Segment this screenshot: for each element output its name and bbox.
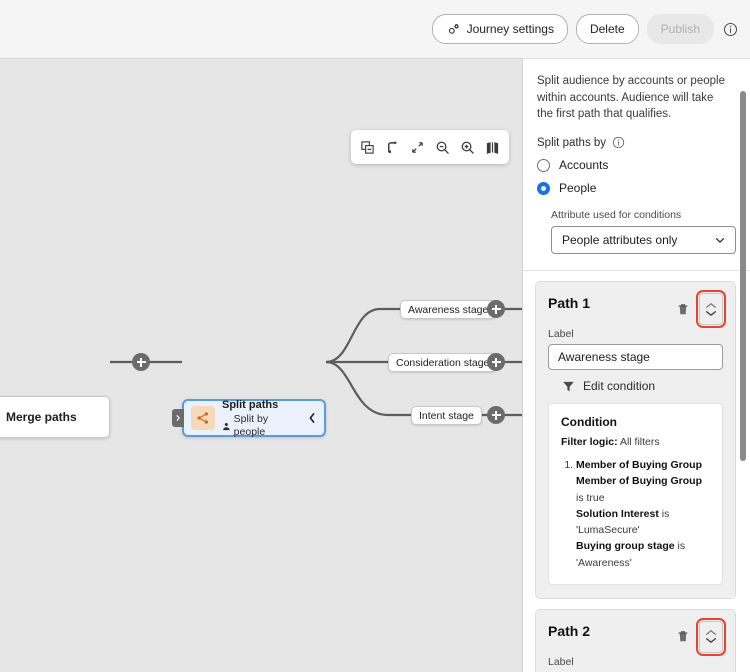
panel-description: Split audience by accounts or people wit… <box>537 75 725 121</box>
condition-row: Member of Buying Group is true <box>576 473 710 506</box>
path-1-reorder-control[interactable] <box>696 290 726 329</box>
split-paths-icon <box>191 406 215 430</box>
branch-label-awareness[interactable]: Awareness stage <box>400 300 497 319</box>
condition-group-item: Member of Buying Group Member of Buying … <box>576 457 710 571</box>
add-step-button-intent[interactable] <box>487 406 505 424</box>
chevron-down-icon <box>714 234 726 246</box>
path-card-1: Path 1 Label Awareness stage Edit condit… <box>535 281 736 599</box>
split-paths-settings-panel: Split audience by accounts or people wit… <box>523 58 750 672</box>
radio-option-people[interactable]: People <box>523 172 750 195</box>
minimap-icon[interactable] <box>480 134 505 160</box>
delete-button[interactable]: Delete <box>575 14 639 44</box>
condition-filter-logic: Filter logic: All filters <box>561 436 710 448</box>
publish-button[interactable]: Publish <box>646 14 714 44</box>
branch-label-text: Intent stage <box>419 409 474 422</box>
path-1-label-caption: Label <box>548 328 574 341</box>
chevron-left-icon[interactable] <box>307 412 317 424</box>
attribute-field-label: Attribute used for conditions <box>551 209 682 222</box>
condition-rest: is true <box>576 491 605 504</box>
path-1-edit-condition-button[interactable]: Edit condition <box>562 379 723 393</box>
condition-attr: Buying group stage <box>576 540 675 553</box>
split-node-subtitle: Split by people <box>233 413 269 439</box>
filter-logic-value: All filters <box>619 436 660 449</box>
journey-canvas[interactable]: Merge paths Split paths Split by people … <box>0 58 523 672</box>
path-card-2: Path 2 Label <box>535 608 736 672</box>
path-1-actions <box>673 290 726 329</box>
canvas-toolbar <box>351 130 509 164</box>
journey-builder-app: Journey settings Delete Publish Merge pa… <box>0 0 750 672</box>
path-1-header: Path 1 <box>548 290 726 329</box>
panel-divider <box>523 270 750 272</box>
panel-scroll-area[interactable]: Split audience by accounts or people wit… <box>523 59 750 672</box>
radio-accounts-label: Accounts <box>559 158 609 173</box>
radio-accounts-indicator <box>537 158 550 172</box>
path-1-condition-card: Condition Filter logic: All filters Memb… <box>548 403 723 585</box>
person-icon <box>223 422 230 430</box>
chevron-down-icon[interactable] <box>705 310 717 317</box>
radio-people-indicator <box>537 181 550 195</box>
condition-attr: Member of Buying Group <box>576 475 702 488</box>
chevron-down-icon[interactable] <box>705 637 717 644</box>
fit-to-screen-icon[interactable] <box>405 134 430 160</box>
collapse-all-icon[interactable] <box>355 134 380 160</box>
publish-label: Publish <box>660 22 700 36</box>
panel-scrollbar[interactable] <box>739 61 747 670</box>
branch-label-text: Awareness stage <box>408 303 489 316</box>
journey-settings-button[interactable]: Journey settings <box>431 14 568 44</box>
zoom-in-icon[interactable] <box>455 134 480 160</box>
split-node-subtitle-row: Split by people <box>222 413 300 439</box>
add-step-button-merge-split[interactable] <box>132 353 150 371</box>
split-node-title: Split paths <box>222 398 279 411</box>
gear-icon <box>446 22 461 37</box>
reroute-icon[interactable] <box>380 134 405 160</box>
node-split-paths[interactable]: Split paths Split by people <box>182 397 326 440</box>
path-1-label-value: Awareness stage <box>558 350 650 365</box>
publish-info-icon[interactable] <box>723 22 738 37</box>
top-toolbar: Journey settings Delete Publish <box>0 0 750 58</box>
attribute-select[interactable]: People attributes only <box>551 226 736 255</box>
zoom-out-icon[interactable] <box>430 134 455 160</box>
path-2-header: Path 2 <box>548 617 726 656</box>
path-1-label-input[interactable]: Awareness stage <box>548 344 723 371</box>
attribute-select-value: People attributes only <box>562 233 678 248</box>
branch-label-consideration[interactable]: Consideration stage <box>388 353 498 372</box>
path-1-condition-list: Member of Buying Group Member of Buying … <box>561 457 710 571</box>
split-paths-by-label: Split paths by <box>537 136 607 149</box>
path-2-actions <box>673 617 726 656</box>
path-2-reorder-control[interactable] <box>696 617 726 656</box>
split-node-text: Split paths Split by people <box>222 397 300 440</box>
attribute-field: Attribute used for conditions People att… <box>523 195 750 255</box>
delete-label: Delete <box>589 22 625 36</box>
filter-icon <box>562 380 575 393</box>
split-paths-info-icon[interactable] <box>612 136 625 149</box>
branch-label-intent[interactable]: Intent stage <box>411 406 482 425</box>
workspace: Merge paths Split paths Split by people … <box>0 58 750 672</box>
add-step-button-awareness[interactable] <box>487 300 505 318</box>
chevron-up-icon[interactable] <box>705 629 717 636</box>
trash-icon[interactable] <box>673 299 693 319</box>
radio-people-label: People <box>559 181 597 196</box>
radio-option-accounts[interactable]: Accounts <box>523 149 750 172</box>
path-1-edit-condition-label: Edit condition <box>583 379 656 394</box>
panel-scrollbar-thumb[interactable] <box>740 91 746 461</box>
chevron-up-icon[interactable] <box>705 302 717 309</box>
branch-label-text: Consideration stage <box>396 356 490 369</box>
condition-group-name: Member of Buying Group <box>576 459 702 472</box>
node-merge-paths[interactable]: Merge paths <box>0 396 110 438</box>
merge-node-title: Merge paths <box>6 410 77 424</box>
split-paths-by-label-row: Split paths by <box>523 123 750 149</box>
condition-row: Buying group stage is 'Awareness' <box>576 538 710 571</box>
trash-icon[interactable] <box>673 627 693 647</box>
path-1-title: Path 1 <box>548 295 591 312</box>
condition-title: Condition <box>561 415 617 430</box>
collapse-branch-handle[interactable] <box>172 409 184 427</box>
filter-logic-key: Filter logic: <box>561 436 618 449</box>
path-2-label-caption: Label <box>548 655 574 668</box>
condition-attr: Solution Interest <box>576 507 659 520</box>
condition-row: Solution Interest is 'LumaSecure' <box>576 506 710 539</box>
path-2-title: Path 2 <box>548 622 591 639</box>
add-step-button-consideration[interactable] <box>487 353 505 371</box>
journey-settings-label: Journey settings <box>466 22 554 36</box>
